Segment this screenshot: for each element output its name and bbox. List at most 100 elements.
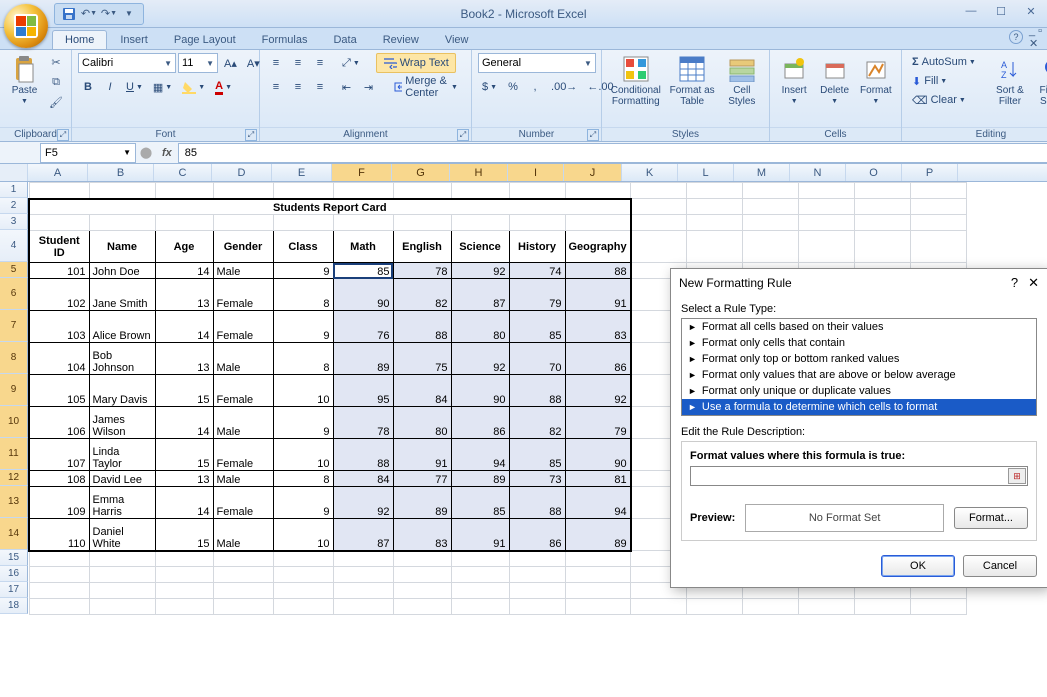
row-header-16[interactable]: 16 [0,566,28,582]
tab-formulas[interactable]: Formulas [249,30,321,49]
merge-center-button[interactable]: Merge & Center▼ [387,77,465,97]
grow-font-icon[interactable]: A▴ [220,53,241,73]
row-header-2[interactable]: 2 [0,198,28,214]
fill-button[interactable]: ⬇ Fill▼ [908,72,986,90]
row-header-4[interactable]: 4 [0,230,28,262]
decrease-indent-icon[interactable]: ⇤ [336,77,356,97]
formula-input[interactable]: 85 [178,143,1047,163]
insert-cells-button[interactable]: Insert▼ [776,53,812,107]
copy-icon[interactable]: ⧉ [47,73,65,91]
name-box[interactable]: F5▼ [40,143,136,163]
ok-button[interactable]: OK [881,555,955,577]
cut-icon[interactable]: ✂ [47,53,65,71]
cancel-button[interactable]: Cancel [963,555,1037,577]
clipboard-launcher[interactable]: ⤢ [57,129,69,141]
dialog-help-icon[interactable]: ? [1011,275,1018,291]
col-header-E[interactable]: E [272,164,332,181]
row-header-11[interactable]: 11 [0,438,28,470]
col-header-B[interactable]: B [88,164,154,181]
font-name-combo[interactable]: Calibri▼ [78,53,176,73]
col-header-K[interactable]: K [622,164,678,181]
row-header-14[interactable]: 14 [0,518,28,550]
col-header-P[interactable]: P [902,164,958,181]
save-icon[interactable] [61,6,77,22]
help-icon[interactable]: ? [1009,30,1023,44]
sort-filter-button[interactable]: AZ Sort & Filter [990,53,1030,109]
fill-color-button[interactable]: ▼ [178,77,209,97]
align-top-icon[interactable]: ≡ [266,53,286,73]
qat-customize-icon[interactable]: ▼ [121,6,137,22]
close-button[interactable]: ✕ [1017,2,1045,20]
rule-type-list[interactable]: Format all cells based on their valuesFo… [681,318,1037,416]
delete-cells-button[interactable]: Delete▼ [816,53,852,107]
clear-button[interactable]: ⌫ Clear▼ [908,91,986,109]
dialog-titlebar[interactable]: New Formatting Rule ? ✕ [671,269,1047,297]
paste-button[interactable]: Paste ▼ [6,53,43,107]
formula-field[interactable]: ⊞ [690,466,1028,486]
row-header-8[interactable]: 8 [0,342,28,374]
row-header-17[interactable]: 17 [0,582,28,598]
row-header-18[interactable]: 18 [0,598,28,614]
wrap-text-button[interactable]: Wrap Text [376,53,456,73]
rule-type-item[interactable]: Format only top or bottom ranked values [682,351,1036,367]
row-header-13[interactable]: 13 [0,486,28,518]
italic-button[interactable]: I [100,77,120,97]
underline-button[interactable]: U▼ [122,77,147,97]
row-header-10[interactable]: 10 [0,406,28,438]
bold-button[interactable]: B [78,77,98,97]
tab-insert[interactable]: Insert [107,30,161,49]
row-header-7[interactable]: 7 [0,310,28,342]
col-header-O[interactable]: O [846,164,902,181]
align-center-icon[interactable]: ≡ [288,77,308,97]
minimize-button[interactable]: — [957,2,985,20]
fx-icon[interactable]: fx [162,147,172,159]
increase-decimal-icon[interactable]: .00→ [547,77,581,97]
rule-type-item[interactable]: Format only unique or duplicate values [682,383,1036,399]
tab-page-layout[interactable]: Page Layout [161,30,249,49]
border-button[interactable]: ▦▼ [149,77,176,97]
dialog-close-icon[interactable]: ✕ [1028,275,1039,291]
tab-home[interactable]: Home [52,30,107,49]
col-header-A[interactable]: A [28,164,88,181]
conditional-formatting-button[interactable]: Conditional Formatting [608,53,664,109]
number-launcher[interactable]: ⤢ [587,129,599,141]
undo-icon[interactable]: ↶▼ [81,6,97,22]
col-header-L[interactable]: L [678,164,734,181]
col-header-D[interactable]: D [212,164,272,181]
office-button[interactable] [4,4,48,48]
align-middle-icon[interactable]: ≡ [288,53,308,73]
row-header-9[interactable]: 9 [0,374,28,406]
range-picker-icon[interactable]: ⊞ [1008,468,1026,484]
font-color-button[interactable]: A▼ [211,77,236,97]
redo-icon[interactable]: ↷▼ [101,6,117,22]
col-header-I[interactable]: I [508,164,564,181]
tab-review[interactable]: Review [370,30,432,49]
maximize-button[interactable]: ☐ [987,2,1015,20]
col-header-F[interactable]: F [332,164,392,181]
tab-view[interactable]: View [432,30,482,49]
minimize-ribbon-icon[interactable]: _ ▫ ✕ [1029,30,1043,44]
rule-type-item[interactable]: Format only values that are above or bel… [682,367,1036,383]
col-header-C[interactable]: C [154,164,212,181]
autosum-button[interactable]: Σ AutoSum▼ [908,53,986,71]
currency-icon[interactable]: $▼ [478,77,501,97]
alignment-launcher[interactable]: ⤢ [457,129,469,141]
align-bottom-icon[interactable]: ≡ [310,53,330,73]
format-button[interactable]: Format... [954,507,1028,529]
format-as-table-button[interactable]: Format as Table [668,53,717,109]
col-header-J[interactable]: J [564,164,622,181]
format-painter-icon[interactable]: 🖌 [47,93,65,111]
align-right-icon[interactable]: ≡ [310,77,330,97]
row-header-1[interactable]: 1 [0,182,28,198]
font-size-combo[interactable]: 11▼ [178,53,218,73]
orientation-icon[interactable]: ⤢▼ [338,53,364,73]
cancel-formula-icon[interactable]: ⬤ [136,146,156,159]
font-launcher[interactable]: ⤢ [245,129,257,141]
tab-data[interactable]: Data [320,30,369,49]
format-cells-button[interactable]: Format▼ [857,53,895,107]
align-left-icon[interactable]: ≡ [266,77,286,97]
col-header-H[interactable]: H [450,164,508,181]
row-header-3[interactable]: 3 [0,214,28,230]
cell-styles-button[interactable]: Cell Styles [721,53,763,109]
comma-icon[interactable]: , [525,77,545,97]
